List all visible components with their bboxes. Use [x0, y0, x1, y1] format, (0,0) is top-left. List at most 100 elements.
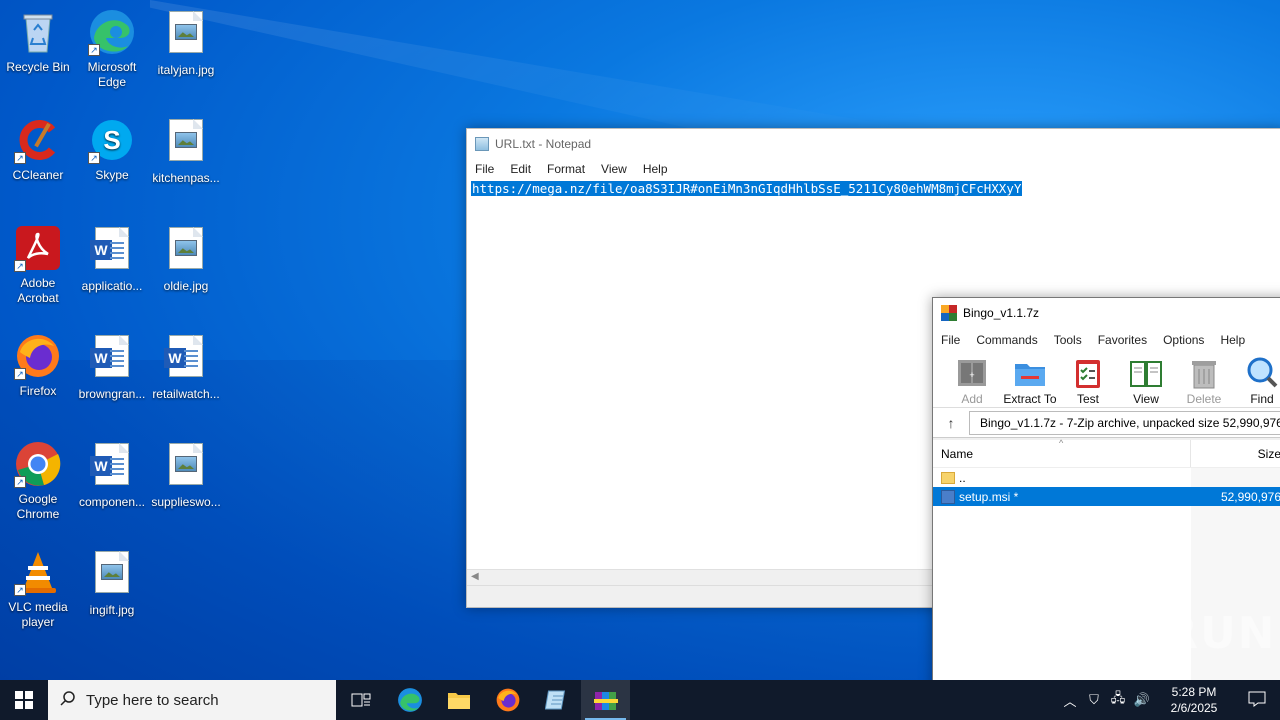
test-button[interactable]: Test [1059, 352, 1117, 407]
menu-tools[interactable]: Tools [1046, 333, 1090, 347]
volume-icon[interactable]: 🔊 [1130, 692, 1154, 708]
task-view-button[interactable] [336, 680, 385, 720]
desktop-icon-adobe-acrobat[interactable]: ↗ Adobe Acrobat [0, 224, 76, 306]
notepad-icon [544, 690, 565, 710]
menu-help[interactable]: Help [1212, 333, 1253, 347]
icon-label: CCleaner [12, 168, 64, 182]
extract-folder-icon [1013, 356, 1047, 390]
taskbar: Type here to search ︿ ⛉ 🖧 🔊 5:28 PM 2/6/… [0, 680, 1280, 720]
delete-label: Delete [1186, 392, 1222, 406]
extract-to-label: Extract To [1003, 392, 1057, 406]
icon-label: Recycle Bin [6, 60, 70, 74]
taskbar-edge[interactable] [385, 680, 434, 720]
selected-url-text[interactable]: https://mega.nz/file/oa8S3IJR#onEiMn3nGI… [471, 181, 1023, 196]
desktop-icon-word-doc[interactable]: W applicatio... [74, 224, 150, 294]
scroll-left-icon[interactable]: ◀ [471, 571, 479, 582]
menu-file[interactable]: File [933, 333, 968, 347]
7zip-titlebar[interactable]: Bingo_v1.1.7z [933, 298, 1280, 328]
desktop-icon-word-doc[interactable]: W browngran... [74, 332, 150, 402]
menu-help[interactable]: Help [635, 162, 676, 176]
search-placeholder: Type here to search [86, 691, 219, 709]
view-button[interactable]: View [1117, 352, 1175, 407]
icon-label: ingift.jpg [89, 603, 135, 617]
desktop-icon-image-file[interactable]: italyjan.jpg [148, 8, 224, 78]
find-button[interactable]: Find [1233, 352, 1280, 407]
add-button[interactable]: + Add [943, 352, 1001, 407]
icon-label: italyjan.jpg [157, 63, 215, 77]
list-item-parent[interactable]: .. [933, 468, 1280, 487]
desktop-icon-image-file[interactable]: ingift.jpg [74, 548, 150, 618]
icon-label: Firefox [19, 384, 57, 398]
ccleaner-icon: ↗ [14, 116, 62, 164]
menu-format[interactable]: Format [539, 162, 593, 176]
item-name: setup.msi * [959, 489, 1019, 504]
menu-commands[interactable]: Commands [968, 333, 1045, 347]
folder-icon [941, 471, 955, 484]
desktop-icon-google-chrome[interactable]: ↗ Google Chrome [0, 440, 76, 522]
system-tray: ︿ ⛉ 🖧 🔊 5:28 PM 2/6/2025 [1058, 680, 1280, 720]
clock[interactable]: 5:28 PM 2/6/2025 [1154, 684, 1234, 716]
folder-icon [447, 693, 470, 709]
desktop-icon-vlc[interactable]: ↗ VLC media player [0, 548, 76, 630]
desktop-icon-image-file[interactable]: supplieswo... [148, 440, 224, 510]
delete-button[interactable]: Delete [1175, 352, 1233, 407]
desktop-icon-firefox[interactable]: ↗ Firefox [0, 332, 76, 399]
chevron-up-icon[interactable]: ︿ [1058, 691, 1082, 710]
address-field[interactable]: Bingo_v1.1.7z - 7-Zip archive, unpacked … [969, 410, 1280, 435]
address-bar: ↑ Bingo_v1.1.7z - 7-Zip archive, unpacke… [933, 408, 1280, 438]
7zip-menubar: File Commands Tools Favorites Options He… [933, 328, 1280, 352]
desktop-icon-ccleaner[interactable]: ↗ CCleaner [0, 116, 76, 183]
extract-to-button[interactable]: Extract To [1001, 352, 1059, 407]
add-label: Add [961, 392, 983, 406]
notepad-titlebar[interactable]: URL.txt - Notepad [467, 129, 1280, 159]
desktop-icon-image-file[interactable]: oldie.jpg [148, 224, 224, 294]
vlc-icon: ↗ [14, 548, 62, 596]
column-header-size[interactable]: Size [1191, 440, 1280, 468]
word-document-icon: W [88, 227, 136, 275]
menu-view[interactable]: View [593, 162, 635, 176]
up-arrow-icon[interactable]: ↑ [933, 415, 969, 431]
icon-label: Microsoft Edge [87, 60, 137, 89]
svg-text:S: S [103, 125, 120, 155]
taskbar-notepad[interactable] [532, 680, 581, 720]
7zip-app-icon [941, 305, 957, 321]
desktop-icon-image-file[interactable]: kitchenpas... [148, 116, 224, 186]
icon-label: oldie.jpg [163, 279, 209, 293]
taskbar-file-explorer[interactable] [434, 680, 483, 720]
desktop-icon-skype[interactable]: S ↗ Skype [74, 116, 150, 183]
menu-file[interactable]: File [467, 162, 502, 176]
msi-file-icon [941, 489, 955, 504]
desktop-icon-recycle-bin[interactable]: Recycle Bin [0, 8, 76, 75]
adobe-acrobat-icon: ↗ [14, 224, 62, 272]
edge-icon [397, 688, 422, 712]
menu-favorites[interactable]: Favorites [1090, 333, 1155, 347]
notepad-text-area[interactable]: https://mega.nz/file/oa8S3IJR#onEiMn3nGI… [471, 181, 1280, 199]
winrar-icon [593, 692, 618, 710]
clock-date: 2/6/2025 [1170, 701, 1218, 715]
list-item-selected[interactable]: setup.msi * 52,990,976 [933, 487, 1280, 506]
add-icon: + [955, 356, 989, 390]
task-view-icon [351, 693, 370, 707]
find-label: Find [1250, 392, 1274, 406]
image-file-icon [162, 443, 210, 491]
menu-options[interactable]: Options [1155, 333, 1212, 347]
icon-label: applicatio... [81, 279, 143, 293]
icon-label: browngran... [78, 387, 146, 401]
network-icon[interactable]: 🖧 [1106, 689, 1130, 711]
trash-icon [1187, 356, 1221, 390]
taskbar-search-box[interactable]: Type here to search [48, 680, 336, 720]
view-label: View [1133, 392, 1159, 406]
desktop-icon-microsoft-edge[interactable]: ↗ Microsoft Edge [74, 8, 150, 90]
taskbar-firefox[interactable] [483, 680, 532, 720]
desktop-icon-word-doc[interactable]: W retailwatch... [148, 332, 224, 402]
taskbar-7zip[interactable] [581, 680, 630, 720]
notification-button[interactable] [1234, 691, 1280, 710]
image-file-icon [88, 551, 136, 599]
desktop-icon-word-doc[interactable]: W componen... [74, 440, 150, 510]
menu-edit[interactable]: Edit [502, 162, 539, 176]
start-button[interactable] [0, 680, 48, 720]
notepad-icon [475, 137, 489, 151]
security-icon[interactable]: ⛉ [1082, 692, 1106, 708]
edge-icon: ↗ [88, 8, 136, 56]
recycle-bin-icon [14, 8, 62, 56]
